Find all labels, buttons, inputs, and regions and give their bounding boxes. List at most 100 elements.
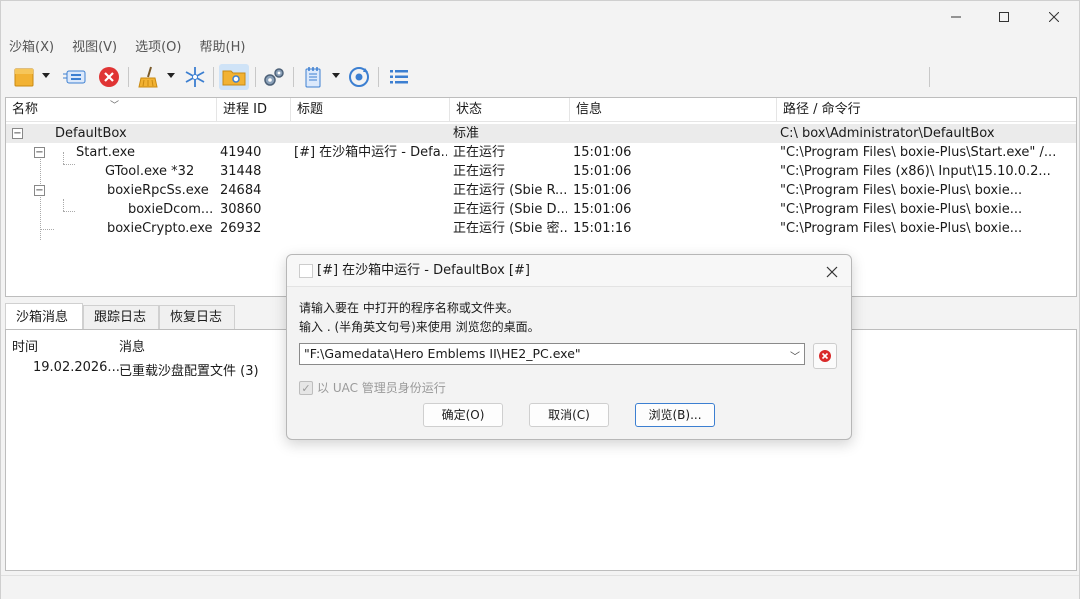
program-path-combo[interactable]: "F:\Gamedata\Hero Emblems II\HE2_PC.exe"… [299, 343, 805, 365]
program-path-value: "F:\Gamedata\Hero Emblems II\HE2_PC.exe" [304, 346, 581, 361]
row-pid: 41940 [220, 145, 262, 160]
run-in-sandbox-dialog: [#] 在沙箱中运行 - DefaultBox [#] 请输入要在 中打开的程序… [286, 254, 852, 440]
collapse-icon[interactable]: − [34, 185, 45, 196]
column-path[interactable]: 路径 / 命令行 [777, 98, 1076, 122]
tab-trace-log[interactable]: 跟踪日志 [83, 305, 159, 329]
menu-sandbox[interactable]: 沙箱(X) [9, 36, 54, 55]
menu-bar: 沙箱(X) 视图(V) 选项(O) 帮助(H) [1, 33, 1079, 57]
row-status: 正在运行 (Sbie D... [453, 202, 567, 217]
app-icon [299, 264, 313, 278]
cleanup-dropdown-icon[interactable] [167, 73, 175, 78]
row-title: [#] 在沙箱中运行 - Defa... [294, 145, 447, 160]
row-status: 正在运行 [453, 145, 506, 160]
row-status: 标准 [453, 126, 480, 141]
tab-recovery-log[interactable]: 恢复日志 [159, 305, 235, 329]
sandbox-list-icon [63, 70, 86, 84]
tree-row-process[interactable]: − boxieRpcSs.exe 24684 正在运行 (Sbie R... 1… [6, 181, 1076, 200]
message-time: 19.02.2026... [33, 360, 120, 375]
toolbar-separator [293, 67, 294, 87]
tree-row-process[interactable]: boxieDcom... 30860 正在运行 (Sbie D... 15:01… [6, 200, 1076, 219]
menu-view[interactable]: 视图(V) [72, 36, 117, 55]
cancel-button[interactable]: 取消(C) [529, 403, 609, 427]
row-pid: 26932 [220, 221, 262, 236]
minimize-button[interactable] [933, 1, 979, 33]
row-pid: 30860 [220, 202, 262, 217]
menu-options[interactable]: 选项(O) [135, 36, 181, 55]
toolbar-separator [378, 67, 379, 87]
message-text: 已重载沙盘配置文件 (3) [119, 364, 259, 379]
collapse-icon[interactable]: − [34, 147, 45, 158]
row-info: 15:01:16 [573, 221, 632, 236]
explore-button[interactable] [219, 64, 249, 90]
prompt-line-2: 输入 . (半角英文句号)来使用 浏览您的桌面。 [299, 320, 540, 334]
menu-help[interactable]: 帮助(H) [200, 36, 246, 55]
notepad-icon [305, 67, 321, 88]
tree-row-process[interactable]: boxieCrypto.exe 26932 正在运行 (Sbie 密... 15… [6, 219, 1076, 238]
terminate-all-button[interactable] [96, 64, 122, 90]
tab-sandbox-messages[interactable]: 沙箱消息 [5, 303, 83, 330]
list-view-button[interactable] [386, 64, 412, 90]
sort-arrow-icon: ﹀ [110, 101, 120, 111]
tree-row-process[interactable]: GTool.exe *32 31448 正在运行 15:01:06 "C:\Pr… [6, 162, 1076, 181]
browse-button[interactable]: 浏览(B)... [635, 403, 715, 427]
column-message[interactable]: 消息 [119, 336, 145, 355]
toolbar [1, 59, 1079, 95]
clear-icon [819, 350, 831, 362]
row-status: 正在运行 (Sbie 密... [453, 221, 567, 236]
folder-icon [222, 70, 246, 86]
tree-header: 名称 ﹀ 进程 ID 标题 状态 信息 路径 / 命令行 [6, 98, 1076, 122]
row-pid: 31448 [220, 164, 262, 179]
maximize-button[interactable] [981, 1, 1027, 33]
column-time[interactable]: 时间 [12, 336, 38, 355]
row-name: DefaultBox [55, 126, 127, 141]
column-info[interactable]: 信息 [570, 98, 777, 122]
row-name: boxieCrypto.exe [107, 221, 213, 236]
row-name: boxieDcom... [128, 202, 214, 217]
log-button[interactable] [300, 64, 326, 90]
new-box-icon [14, 68, 34, 87]
new-box-button[interactable] [11, 64, 37, 90]
tree-row-box[interactable]: − DefaultBox 标准 C:\ box\Administrator\De… [6, 124, 1076, 143]
row-name: Start.exe [76, 145, 135, 160]
dialog-close-button[interactable] [821, 261, 843, 283]
column-status[interactable]: 状态 [450, 98, 570, 122]
refresh-button[interactable] [346, 64, 372, 90]
settings-button[interactable] [261, 64, 287, 90]
collapse-icon[interactable]: − [12, 128, 23, 139]
title-bar [1, 1, 1079, 33]
status-bar [1, 575, 1079, 599]
row-info: 15:01:06 [573, 145, 632, 160]
sandbox-list-button[interactable] [61, 64, 89, 90]
row-path: C:\ box\Administrator\DefaultBox [780, 126, 995, 141]
close-icon [1049, 12, 1059, 22]
row-pid: 24684 [220, 183, 262, 198]
gears-icon [264, 68, 284, 86]
close-button[interactable] [1031, 1, 1077, 33]
new-box-dropdown-icon[interactable] [42, 73, 50, 78]
minimize-icon [951, 16, 961, 18]
refresh-icon [349, 67, 369, 87]
list-view-icon [390, 70, 408, 84]
cleanup-button[interactable] [135, 64, 161, 90]
freeze-button[interactable] [182, 64, 208, 90]
row-status: 正在运行 [453, 164, 506, 179]
tree-row-process[interactable]: − Start.exe 41940 [#] 在沙箱中运行 - Defa... 正… [6, 143, 1076, 162]
column-title[interactable]: 标题 [291, 98, 450, 122]
close-icon [826, 266, 838, 278]
cleanup-icon [138, 66, 158, 88]
maximize-icon [999, 12, 1009, 22]
prompt-line-1: 请输入要在 中打开的程序名称或文件夹。 [299, 301, 519, 315]
clear-button[interactable] [813, 343, 837, 369]
row-name: boxieRpcSs.exe [107, 183, 209, 198]
toolbar-separator [128, 67, 129, 87]
snowflake-icon [185, 67, 205, 87]
toolbar-separator [929, 67, 930, 87]
ok-button[interactable]: 确定(O) [423, 403, 503, 427]
log-dropdown-icon[interactable] [332, 73, 340, 78]
chevron-down-icon[interactable]: ﹀ [790, 348, 800, 363]
row-path: "C:\Program Files\ boxie-Plus\ boxie... [780, 221, 1023, 236]
row-info: 15:01:06 [573, 183, 632, 198]
uac-checkbox[interactable]: ✓ [299, 381, 313, 395]
toolbar-separator [255, 67, 256, 87]
column-pid[interactable]: 进程 ID [217, 98, 291, 122]
